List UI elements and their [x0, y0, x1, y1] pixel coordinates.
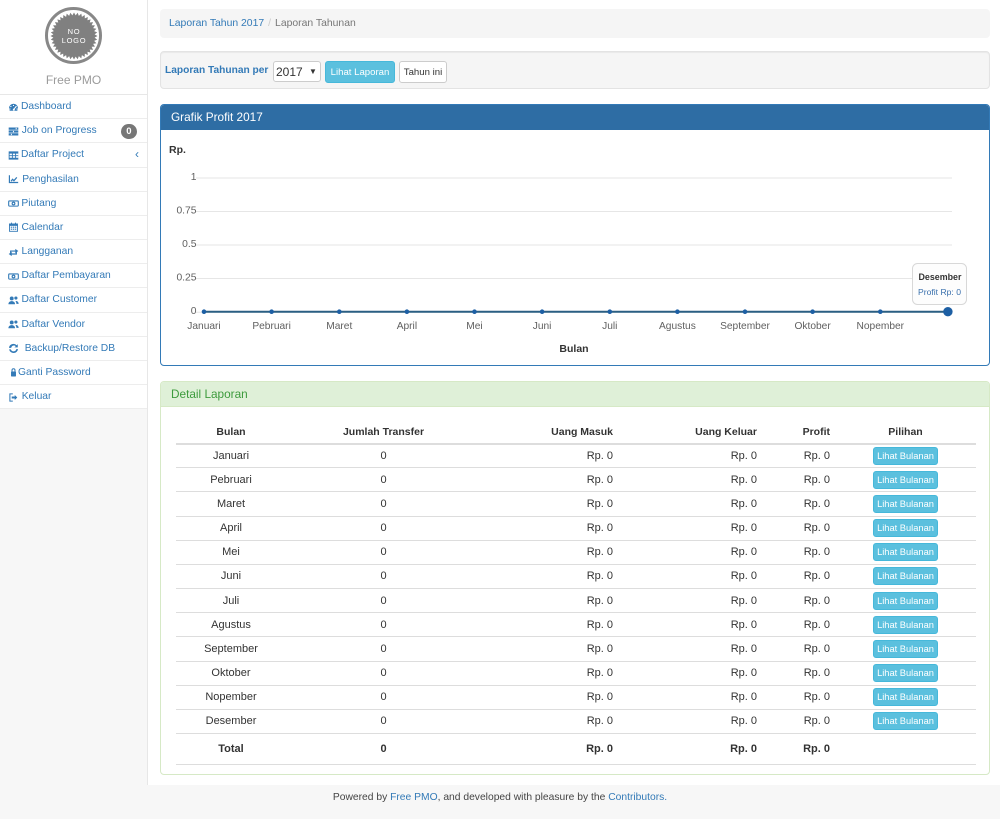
svg-text:LOGO: LOGO [61, 36, 86, 45]
svg-text:Profit Rp: 0: Profit Rp: 0 [918, 287, 961, 297]
svg-text:0.5: 0.5 [182, 239, 197, 250]
svg-text:Oktober: Oktober [794, 321, 831, 332]
svg-text:Juni: Juni [533, 321, 552, 332]
svg-text:Bulan: Bulan [559, 343, 588, 355]
svg-text:0.25: 0.25 [176, 273, 196, 284]
svg-text:Pebruari: Pebruari [252, 321, 291, 332]
svg-text:Mei: Mei [466, 321, 482, 332]
svg-text:April: April [397, 321, 417, 332]
svg-text:NO: NO [67, 27, 80, 36]
svg-text:1: 1 [191, 172, 197, 183]
svg-text:Nopember: Nopember [857, 321, 905, 332]
svg-text:Desember: Desember [919, 272, 962, 282]
svg-text:September: September [720, 321, 770, 332]
svg-text:Maret: Maret [326, 321, 352, 332]
svg-text:0: 0 [191, 306, 197, 317]
svg-text:Agustus: Agustus [659, 321, 696, 332]
svg-text:0.75: 0.75 [176, 206, 196, 217]
svg-text:Juli: Juli [602, 321, 617, 332]
svg-text:Rp.: Rp. [169, 144, 186, 156]
svg-text:Januari: Januari [187, 321, 220, 332]
